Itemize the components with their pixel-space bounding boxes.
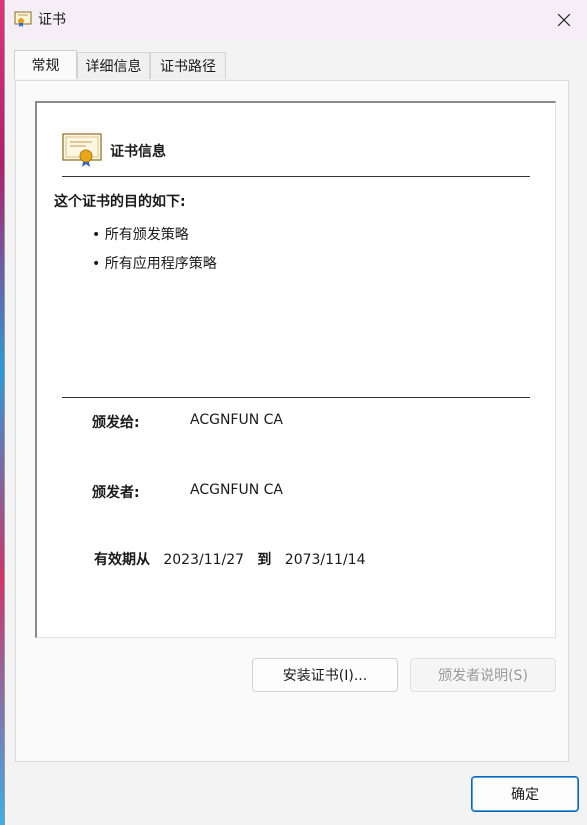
purpose-item: • 所有应用程序策略 bbox=[92, 256, 217, 272]
tab-details[interactable]: 详细信息 bbox=[77, 52, 150, 79]
tab-label: 常规 bbox=[31, 58, 60, 74]
validity-period: 有效期从 2023/11/27 到 2073/11/14 bbox=[94, 549, 365, 569]
valid-to-date: 2073/11/14 bbox=[284, 552, 366, 568]
tab-label: 证书路径 bbox=[160, 59, 216, 75]
close-button[interactable] bbox=[541, 0, 587, 40]
issuer-statement-button[interactable]: 颁发者说明(S) bbox=[410, 658, 556, 692]
title-bar[interactable]: 证书 bbox=[5, 0, 587, 40]
certificate-info-title: 证书信息 bbox=[110, 144, 166, 160]
purpose-item: • 所有颁发策略 bbox=[92, 227, 189, 243]
issued-to-value: ACGNFUN CA bbox=[190, 412, 284, 428]
valid-from-date: 2023/11/27 bbox=[163, 552, 245, 568]
certificate-dialog: 证书 常规 详细信息 证书路径 证书信息 这个证书的目的如下: • 所有颁发策略… bbox=[4, 0, 587, 825]
divider bbox=[62, 176, 530, 177]
tab-certification-path[interactable]: 证书路径 bbox=[150, 52, 226, 79]
tab-general[interactable]: 常规 bbox=[14, 50, 77, 79]
issued-by-label: 颁发者: bbox=[92, 485, 140, 501]
certificate-info-box: 证书信息 这个证书的目的如下: • 所有颁发策略 • 所有应用程序策略 颁发给:… bbox=[35, 101, 556, 638]
general-tab-panel: 证书信息 这个证书的目的如下: • 所有颁发策略 • 所有应用程序策略 颁发给:… bbox=[15, 80, 569, 762]
certificate-icon bbox=[14, 11, 32, 27]
window-title: 证书 bbox=[38, 12, 66, 28]
purpose-heading: 这个证书的目的如下: bbox=[54, 194, 186, 210]
close-icon bbox=[557, 13, 571, 27]
tab-label: 详细信息 bbox=[85, 59, 142, 75]
issued-to-label: 颁发给: bbox=[92, 415, 140, 431]
issued-by-value: ACGNFUN CA bbox=[190, 482, 284, 498]
divider bbox=[62, 397, 530, 398]
valid-from-label: 有效期从 bbox=[94, 552, 150, 568]
valid-to-label: 到 bbox=[257, 552, 272, 568]
ok-button[interactable]: 确定 bbox=[471, 776, 579, 812]
install-certificate-button[interactable]: 安装证书(I)... bbox=[252, 658, 398, 692]
certificate-icon bbox=[62, 133, 102, 167]
